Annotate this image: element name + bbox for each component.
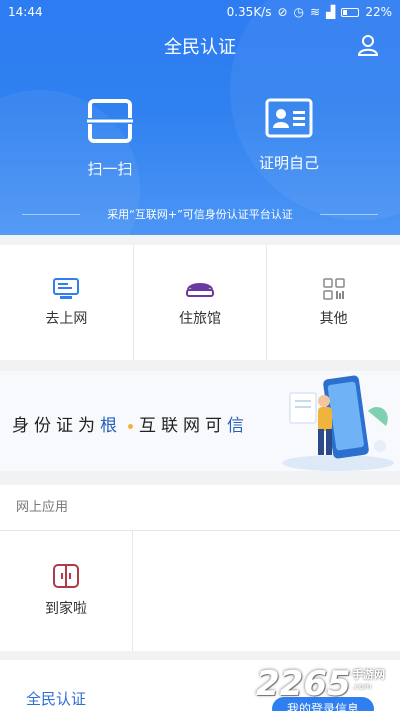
id-card-icon — [265, 98, 313, 138]
grid-label: 住旅馆 — [179, 310, 221, 327]
user-icon — [357, 35, 379, 56]
wifi-icon: ≋ — [310, 5, 321, 19]
app-label: 到家啦 — [45, 601, 87, 617]
banner-dot — [128, 424, 133, 429]
section-title: 网上应用 — [0, 485, 400, 531]
grid-item-other[interactable]: 其他 — [267, 245, 400, 360]
divider-right — [320, 214, 378, 215]
battery-level: 22% — [365, 5, 392, 19]
grid-item-internet[interactable]: 去上网 — [0, 245, 134, 360]
app-item-home[interactable]: 到家啦 — [0, 531, 133, 651]
prove-identity-button[interactable]: 证明自己 — [229, 98, 349, 173]
page-title: 全民认证 — [164, 37, 236, 58]
promo-banner[interactable]: 身份证为根 互联网可信 — [0, 371, 400, 471]
battery-icon — [341, 7, 360, 17]
bottom-brand: 全民认证 — [26, 690, 87, 708]
banner-highlight-2: 信 — [227, 416, 249, 436]
status-time: 14:44 — [8, 5, 43, 19]
banner-text-1: 身份证为 — [12, 416, 100, 436]
scan-button[interactable]: 扫一扫 — [50, 98, 170, 179]
grid-more-icon — [322, 277, 345, 300]
header: 14:44 0.35K/s ⊘ ◷ ≋ ▟ 22% 全民认证 扫一扫 证明自己 … — [0, 0, 400, 235]
alarm-icon: ◷ — [293, 5, 305, 19]
grid-item-hotel[interactable]: 住旅馆 — [134, 245, 268, 360]
door-icon — [53, 564, 79, 588]
mute-icon: ⊘ — [277, 5, 288, 19]
prove-identity-label: 证明自己 — [258, 154, 319, 172]
banner-illustration — [282, 375, 394, 471]
status-bar: 14:44 0.35K/s ⊘ ◷ ≋ ▟ 22% — [0, 0, 400, 24]
banner-highlight-1: 根 — [100, 416, 122, 436]
network-speed: 0.35K/s — [226, 5, 272, 19]
app-list: 到家啦 — [0, 531, 400, 651]
scan-icon — [87, 99, 133, 143]
watermark-suffix: .com — [352, 682, 372, 691]
banner-text-2: 互联网可 — [139, 416, 227, 436]
scenario-grid: 去上网 住旅馆 其他 — [0, 245, 400, 360]
computer-icon — [53, 277, 80, 299]
hotel-bed-icon — [186, 282, 214, 297]
watermark-logo: 2265 — [256, 664, 351, 704]
signal-icon: ▟ — [326, 5, 336, 19]
banner-slogan: 身份证为根 互联网可信 — [12, 411, 249, 436]
grid-label: 其他 — [319, 310, 348, 327]
scan-label: 扫一扫 — [87, 160, 133, 178]
user-button[interactable] — [356, 33, 380, 57]
grid-label: 去上网 — [45, 310, 88, 327]
watermark-site: 手游网 — [352, 668, 385, 681]
